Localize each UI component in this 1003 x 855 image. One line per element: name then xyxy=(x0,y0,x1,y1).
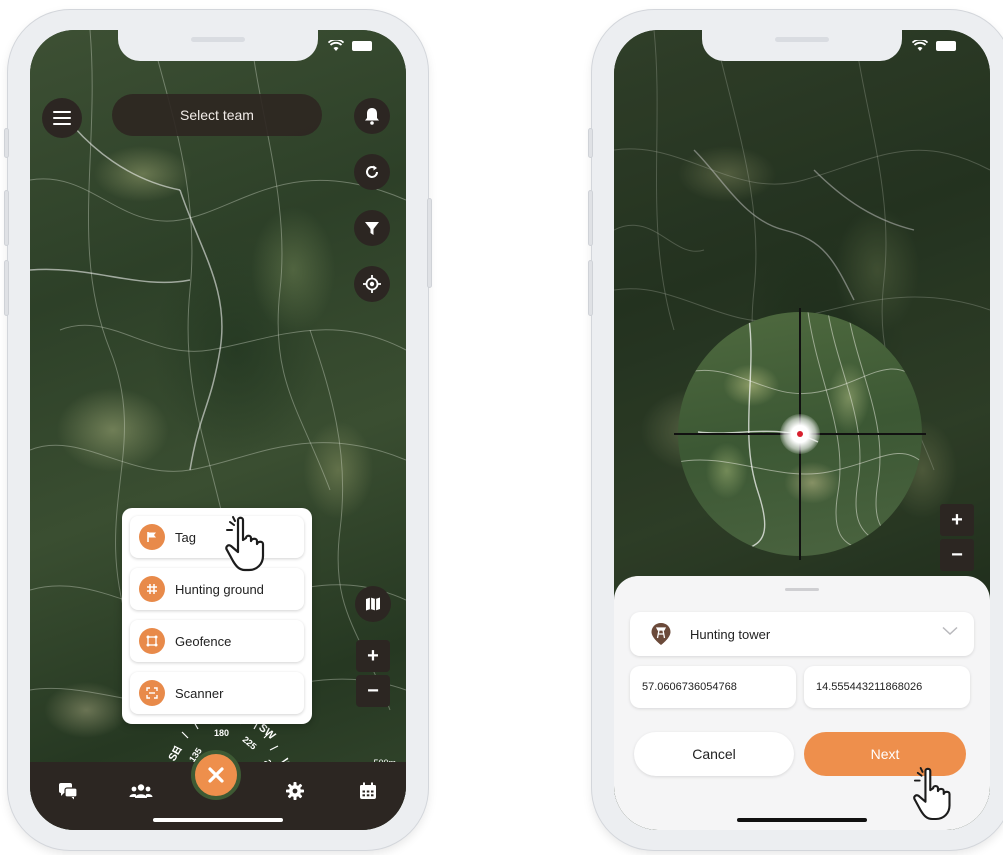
zoom-out-label: − xyxy=(367,679,379,702)
zoom-in-label: + xyxy=(367,644,379,667)
close-add-menu-button[interactable] xyxy=(191,750,241,800)
target-center-dot xyxy=(797,431,803,437)
phone-side-button xyxy=(4,128,9,158)
phone-notch xyxy=(118,30,318,61)
cancel-button[interactable]: Cancel xyxy=(634,732,794,776)
menu-item-label: Geofence xyxy=(175,633,232,649)
nav-settings[interactable] xyxy=(283,779,307,803)
phone-volume-up-button xyxy=(588,190,593,246)
location-type-select[interactable]: Hunting tower xyxy=(630,612,974,656)
sheet-drag-handle[interactable] xyxy=(785,588,819,591)
map-layers-icon xyxy=(366,597,380,611)
phone-volume-up-button xyxy=(4,190,9,246)
polygon-icon xyxy=(139,628,165,654)
battery-icon xyxy=(352,41,372,51)
phone-frame-left: Select team + − Tag Hunting ground Geofe… xyxy=(4,10,432,850)
next-label: Next xyxy=(870,746,900,762)
zoom-in-button[interactable]: + xyxy=(356,640,390,672)
bell-icon xyxy=(365,108,379,125)
cancel-label: Cancel xyxy=(692,746,736,762)
hunting-tower-icon xyxy=(651,623,671,645)
nav-team[interactable] xyxy=(129,779,153,803)
longitude-input[interactable] xyxy=(804,666,970,708)
menu-item-hunting-ground[interactable]: Hunting ground xyxy=(130,568,304,610)
menu-item-geofence[interactable]: Geofence xyxy=(130,620,304,662)
battery-icon xyxy=(936,41,956,51)
notifications-button[interactable] xyxy=(354,98,390,134)
menu-item-scanner[interactable]: Scanner xyxy=(130,672,304,714)
hand-pointer-icon xyxy=(225,516,265,572)
screen-right: + − Hunting tower Cancel N xyxy=(614,30,990,830)
screen-left: Select team + − Tag Hunting ground Geofe… xyxy=(30,30,406,830)
filter-icon xyxy=(365,222,379,235)
home-indicator xyxy=(153,818,283,822)
team-select[interactable]: Select team xyxy=(112,94,322,136)
zoom-out-button[interactable]: − xyxy=(940,539,974,571)
menu-button[interactable] xyxy=(42,98,82,138)
menu-item-label: Scanner xyxy=(175,685,224,701)
grid-icon xyxy=(139,576,165,602)
zoom-controls: + − xyxy=(940,504,974,574)
menu-item-label: Tag xyxy=(175,529,196,545)
refresh-button[interactable] xyxy=(354,154,390,190)
hand-pointer-icon xyxy=(913,767,951,821)
flag-icon xyxy=(139,524,165,550)
zoom-out-label: − xyxy=(951,543,963,566)
phone-power-button xyxy=(427,198,432,288)
team-select-label: Select team xyxy=(180,107,254,123)
calendar-icon xyxy=(359,782,376,799)
location-type-value: Hunting tower xyxy=(690,626,771,642)
phone-volume-down-button xyxy=(4,260,9,316)
refresh-icon xyxy=(366,165,378,178)
wifi-icon xyxy=(328,40,344,51)
home-indicator xyxy=(737,818,867,822)
status-bar xyxy=(328,40,372,52)
scanner-icon xyxy=(139,680,165,706)
hamburger-icon xyxy=(53,111,71,125)
zoom-out-button[interactable]: − xyxy=(356,675,390,707)
group-icon xyxy=(129,784,153,798)
phone-frame-right: + − Hunting tower Cancel N xyxy=(588,10,1003,850)
wifi-icon xyxy=(912,40,928,51)
chat-icon xyxy=(59,783,78,800)
phone-volume-down-button xyxy=(588,260,593,316)
gear-icon xyxy=(285,782,304,800)
crosshair-locate-icon xyxy=(363,275,381,293)
zoom-in-button[interactable]: + xyxy=(940,504,974,536)
phone-notch xyxy=(702,30,902,61)
locate-button[interactable] xyxy=(354,266,390,302)
phone-side-button xyxy=(588,128,593,158)
filter-button[interactable] xyxy=(354,210,390,246)
menu-item-label: Hunting ground xyxy=(175,581,264,597)
nav-calendar[interactable] xyxy=(356,779,380,803)
add-item-menu: Tag Hunting ground Geofence Scanner xyxy=(122,508,312,724)
chevron-down-icon xyxy=(942,626,958,636)
zoom-in-label: + xyxy=(951,508,963,531)
map-layers-button[interactable] xyxy=(355,586,391,622)
nav-chat[interactable] xyxy=(56,779,80,803)
latitude-input[interactable] xyxy=(630,666,796,708)
status-bar xyxy=(912,40,956,52)
compass-degree-180: 180 xyxy=(214,728,230,738)
close-icon xyxy=(208,767,224,783)
menu-item-tag[interactable]: Tag xyxy=(130,516,304,558)
